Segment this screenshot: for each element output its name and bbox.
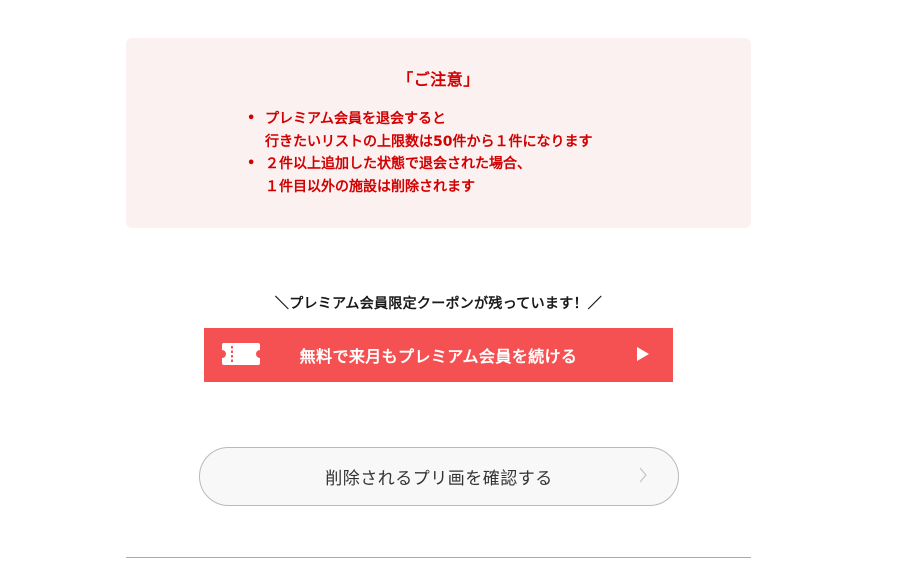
ticket-icon (222, 343, 260, 365)
notice-item: • ２件以上追加した状態で退会された場合、 １件目以外の施設は削除されます (246, 153, 592, 198)
notice-box: 「ご注意」 • プレミアム会員を退会すると 行きたいリストの上限数は50件から１… (126, 38, 751, 228)
bullet-icon: • (247, 111, 256, 126)
play-icon (637, 347, 649, 361)
notice-item-line: プレミアム会員を退会すると (265, 111, 447, 127)
page: 「ご注意」 • プレミアム会員を退会すると 行きたいリストの上限数は50件から１… (0, 0, 907, 561)
coupon-heading: ＼プレミアム会員限定クーポンが残っています！／ (274, 296, 603, 312)
continue-premium-button[interactable]: 無料で来月もプレミアム会員を続ける (204, 328, 673, 382)
notice-item-line: １件目以外の施設は削除されます (265, 178, 475, 195)
notice-item-line: ２件以上追加した状態で退会された場合、 (265, 156, 531, 172)
notice-item-line: 行きたいリストの上限数は50件から１件になります (265, 133, 593, 150)
notice-title: 「ご注意」 (397, 70, 480, 89)
divider (126, 557, 751, 558)
bullet-icon: • (247, 156, 256, 171)
notice-item: • プレミアム会員を退会すると 行きたいリストの上限数は50件から１件になります (246, 108, 592, 153)
confirm-deleted-images-button[interactable]: 削除されるプリ画を確認する (199, 447, 679, 506)
chevron-right-icon (639, 467, 647, 483)
notice-list: • プレミアム会員を退会すると 行きたいリストの上限数は50件から１件になります… (246, 108, 592, 198)
continue-premium-label: 無料で来月もプレミアム会員を続ける (299, 347, 578, 366)
confirm-deleted-images-label: 削除されるプリ画を確認する (325, 469, 553, 489)
